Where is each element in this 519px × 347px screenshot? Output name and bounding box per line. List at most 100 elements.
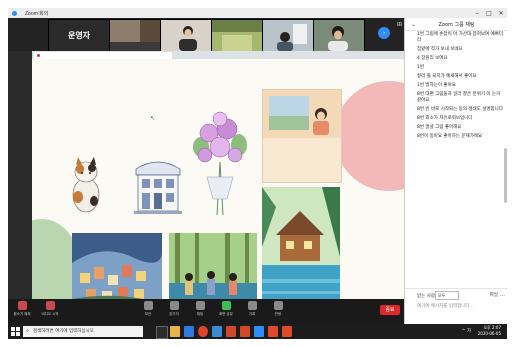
story-card-text [263, 142, 341, 148]
participant-video [212, 20, 262, 51]
screen: Zoom 회의 – □ ✕ 운영자 › ⊞ ↖ 음소거 해제 비디오 시작 보안… [0, 0, 519, 347]
minimize-icon[interactable]: – [471, 10, 483, 17]
meeting-control-bar: 음소거 해제 비디오 시작 보안 참가자 채팅 화면 공유 기록 반응 종료 [8, 299, 404, 324]
forest-illustration [169, 233, 257, 299]
shared-screen: ↖ [8, 51, 404, 299]
reactions-button[interactable]: 반응 [266, 301, 290, 317]
participants-icon [169, 301, 179, 310]
chat-message: 4 장원리 보여요 [417, 56, 503, 62]
clock-date: 2020-06-05 [477, 331, 501, 336]
chat-message: 8번 얼굴 그림 좋아해요 [417, 125, 503, 131]
share-screen-button[interactable]: 화면 공유 [214, 301, 238, 317]
record-button-label: 기록 [248, 312, 256, 316]
record-button[interactable]: 기록 [240, 301, 264, 317]
participant-video [314, 20, 364, 51]
cabin-illustration [262, 187, 340, 299]
chat-message-text: 집앞에 작가 보내 보네요 [417, 47, 463, 52]
browser-tab-strip [32, 51, 404, 59]
start-video-button[interactable]: 비디오 시작 [38, 301, 62, 317]
chat-button[interactable]: 채팅 [188, 301, 212, 317]
chat-message-text: 1번 [417, 65, 425, 70]
chat-icon [195, 301, 205, 310]
app-icon[interactable] [268, 326, 278, 337]
file-explorer-icon[interactable] [170, 326, 180, 337]
share-screen-icon [221, 301, 231, 310]
security-button[interactable]: 보안 [136, 301, 160, 317]
edge-browser-icon[interactable] [184, 326, 194, 337]
chat-footer: 받는 사람: 모두 파일 … 여기에 메시지를 입력합니다... [405, 288, 508, 325]
meeting-area: 운영자 › ⊞ ↖ 음소거 해제 비디오 시작 보안 참가자 채팅 화면 공유 … [8, 18, 404, 324]
chat-message-text: 8번 얼굴 그림 좋아해요 [417, 125, 462, 130]
app-icon[interactable] [282, 326, 292, 337]
chat-scrollbar[interactable] [504, 148, 507, 203]
chat-message-text: 4 장원리 보여요 [417, 56, 448, 61]
window-title-bar: Zoom 회의 – □ ✕ [8, 8, 507, 18]
security-button-label: 보안 [144, 312, 152, 316]
taskbar-search-input[interactable]: ⌕ 검색하려면 여기에 입력하십시오. [23, 326, 143, 337]
participants-button[interactable]: 참가자 [162, 301, 186, 317]
participants-button-label: 참가자 [169, 312, 179, 316]
chrome-browser-icon[interactable] [198, 326, 208, 337]
story-card [262, 89, 342, 183]
windows-start-button[interactable] [11, 327, 20, 336]
chat-message: 8번이 동아요 좋아하는 문재가에요 [417, 134, 503, 140]
browser-tab[interactable] [34, 52, 172, 59]
chat-message: 집앞에 작가 보내 보네요 [417, 47, 503, 53]
chat-message-text: 1번 발자는이 좋아요 [417, 83, 456, 88]
zoom-app-icon[interactable] [254, 326, 264, 337]
chat-header: ⌄ Zoom 그룹 채팅 [405, 18, 508, 31]
chat-message: 1번 [417, 65, 503, 71]
participant-tile-active-speaker[interactable] [211, 19, 263, 52]
maximize-icon[interactable]: □ [483, 10, 495, 17]
chat-message: 8번 외소가 자유로워보입니다 [417, 116, 503, 122]
more-options-icon[interactable]: … [500, 292, 505, 298]
participant-video [110, 20, 160, 51]
chat-recipient-select[interactable]: 모두 [435, 291, 459, 300]
chat-message: 8번 대편 그림들과 일러 잘은 분위기 이 는거 같아요 [417, 92, 503, 104]
window-controls: – □ ✕ [471, 10, 507, 17]
reaction-smile-icon [273, 301, 283, 310]
start-video-button-label: 비디오 시작 [41, 312, 59, 316]
participant-tile[interactable] [262, 19, 314, 52]
participant-tile[interactable] [109, 19, 161, 52]
app-icon[interactable] [240, 326, 250, 337]
chat-message-text: 컬러 볼 되지가 예세해서 좋아요 [417, 74, 477, 79]
chat-message-input[interactable]: 여기에 메시지를 입력합니다... [417, 303, 497, 319]
village-illustration [72, 233, 162, 299]
chat-file-button[interactable]: 파일 [490, 292, 498, 298]
participant-tile[interactable] [313, 19, 365, 52]
search-icon: ⌕ [26, 328, 29, 334]
app-icon[interactable] [212, 326, 222, 337]
task-view-icon[interactable] [156, 326, 168, 339]
reactions-button-label: 반응 [274, 312, 282, 316]
mute-button-label: 음소거 해제 [13, 312, 31, 316]
window-title: Zoom 회의 [25, 10, 49, 17]
participant-tile-host[interactable]: 운영자 [48, 19, 110, 52]
end-meeting-button[interactable]: 종료 [380, 305, 400, 315]
story-card-illustration [263, 90, 341, 138]
participant-video [263, 20, 313, 51]
chat-message-list: 1번 그림에 손잡이 아 가산대 잡혀보여 예쁘더라 집앞에 작가 보내 보네요… [417, 32, 503, 143]
close-icon[interactable]: ✕ [495, 10, 507, 17]
record-icon [247, 301, 257, 310]
video-off-icon [45, 301, 55, 310]
chat-recipient-label: 받는 사람: [417, 294, 437, 299]
chat-title: Zoom 그룹 채팅 [438, 21, 475, 28]
browser-tab-favicon [37, 54, 40, 57]
taskbar-clock[interactable]: 오후 2:07 2020-06-05 [478, 325, 501, 337]
chat-button-label: 채팅 [196, 312, 204, 316]
zoom-logo-icon [12, 10, 17, 16]
chat-message: 1번 그림에 손잡이 아 가산대 잡혀보여 예쁘더라 [417, 32, 503, 44]
taskbar-search-placeholder: 검색하려면 여기에 입력하십시오. [33, 329, 96, 334]
participant-tile[interactable] [160, 19, 212, 52]
participant-gallery: 운영자 › ⊞ [8, 18, 404, 52]
system-tray[interactable]: ^ 가 [462, 328, 471, 334]
powerpoint-icon[interactable] [226, 326, 236, 337]
chat-panel: ⌄ Zoom 그룹 채팅 1번 그림에 손잡이 아 가산대 잡혀보여 예쁘더라 … [404, 18, 508, 324]
chevron-down-icon[interactable]: ⌄ [411, 21, 416, 28]
presentation-slide: ↖ [32, 59, 404, 299]
mute-button[interactable]: 음소거 해제 [10, 301, 34, 317]
gallery-next-page-button[interactable]: › [378, 27, 390, 39]
gallery-view-icon[interactable]: ⊞ [397, 21, 402, 28]
chat-message-text: 8번 빈 바로 시작되는 동의 생태도 설명합니다 [417, 107, 503, 112]
